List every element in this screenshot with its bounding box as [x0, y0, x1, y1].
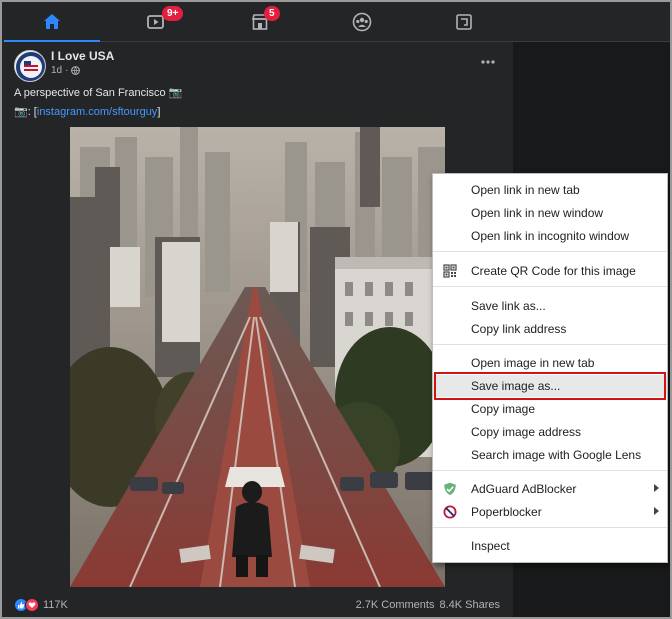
menu-item-label: AdGuard AdBlocker [471, 482, 577, 496]
post-photo[interactable] [70, 127, 445, 587]
menu-item-label: Save link as... [471, 299, 546, 313]
menu-item-label: Open link in new window [471, 206, 604, 220]
post-stats: 2.7K Comments 8.4K Shares [356, 599, 500, 611]
menu-adguard-adblocker[interactable]: AdGuard AdBlocker [433, 478, 667, 500]
menu-open-link-incognito[interactable]: Open link in incognito window [433, 225, 667, 247]
post-credit-line: 📷: [instagram.com/sftourguy] [14, 105, 160, 118]
menu-separator [433, 286, 667, 287]
nav-tab-gaming[interactable] [416, 2, 512, 42]
instagram-link[interactable]: instagram.com/sftourguy [37, 106, 157, 118]
menu-item-label: Poperblocker [471, 505, 542, 519]
menu-separator [433, 527, 667, 528]
page-avatar[interactable] [14, 50, 46, 82]
browser-context-menu: Open link in new tab Open link in new wi… [432, 173, 668, 563]
menu-search-google-lens[interactable]: Search image with Google Lens [433, 444, 667, 466]
menu-item-label: Copy image [471, 402, 536, 416]
menu-copy-image-address[interactable]: Copy image address [433, 421, 667, 443]
watch-badge: 9+ [162, 6, 184, 21]
menu-poperblocker[interactable]: Poperblocker [433, 501, 667, 523]
gaming-icon [456, 14, 472, 30]
poperblocker-icon [443, 505, 457, 519]
submenu-arrow-icon [654, 507, 659, 515]
menu-copy-link-address[interactable]: Copy link address [433, 318, 667, 340]
comments-count-link[interactable]: 2.7K Comments [356, 599, 435, 611]
reaction-summary[interactable]: 117K [14, 598, 68, 612]
menu-separator [433, 344, 667, 345]
menu-open-link-new-window[interactable]: Open link in new window [433, 202, 667, 224]
menu-open-image-new-tab[interactable]: Open image in new tab [433, 352, 667, 374]
marketplace-badge: 5 [264, 6, 280, 21]
adguard-shield-icon [444, 482, 456, 496]
menu-create-qr-code[interactable]: Create QR Code for this image [433, 260, 667, 282]
usa-logo-icon [16, 52, 45, 81]
post-time[interactable]: 1d [51, 65, 62, 76]
menu-item-label: Open image in new tab [471, 356, 595, 370]
shares-count-link[interactable]: 8.4K Shares [439, 599, 500, 611]
ellipsis-icon [481, 60, 495, 64]
credit-prefix: 📷: [ [14, 106, 37, 118]
menu-save-image-as[interactable]: Save image as... [433, 375, 667, 397]
menu-item-label: Open link in new tab [471, 183, 580, 197]
page-name[interactable]: I Love USA [51, 49, 114, 63]
nav-tab-marketplace[interactable]: 5 [212, 2, 308, 42]
meta-dot: · [65, 65, 69, 76]
menu-item-label: Copy image address [471, 425, 582, 439]
menu-item-label: Search image with Google Lens [471, 448, 642, 462]
home-icon [44, 14, 60, 29]
menu-item-label: Open link in incognito window [471, 229, 630, 243]
top-nav-bar: 9+ 5 [2, 2, 670, 43]
menu-separator [433, 470, 667, 471]
credit-suffix: ] [157, 106, 161, 118]
reaction-count: 117K [43, 599, 68, 611]
menu-inspect[interactable]: Inspect [433, 535, 667, 557]
menu-save-link-as[interactable]: Save link as... [433, 295, 667, 317]
nav-tab-groups[interactable] [314, 2, 410, 42]
menu-open-link-new-tab[interactable]: Open link in new tab [433, 179, 667, 201]
menu-item-label: Create QR Code for this image [471, 264, 636, 278]
menu-item-label: Inspect [471, 539, 510, 553]
nav-tab-home[interactable] [4, 2, 100, 43]
san-francisco-street-photo [70, 127, 445, 587]
love-reaction-icon [25, 598, 39, 612]
menu-separator [433, 251, 667, 252]
post-caption: A perspective of San Francisco 📷 [14, 87, 183, 99]
qr-code-icon [443, 264, 457, 278]
menu-item-label: Copy link address [471, 322, 567, 336]
nav-tab-watch[interactable]: 9+ [108, 2, 204, 42]
menu-item-label: Save image as... [471, 379, 561, 393]
groups-icon [352, 12, 372, 32]
globe-icon [71, 66, 81, 75]
more-options-button[interactable] [476, 54, 500, 70]
menu-copy-image[interactable]: Copy image [433, 398, 667, 420]
post-meta: 1d · [51, 65, 81, 76]
submenu-arrow-icon [654, 484, 659, 492]
